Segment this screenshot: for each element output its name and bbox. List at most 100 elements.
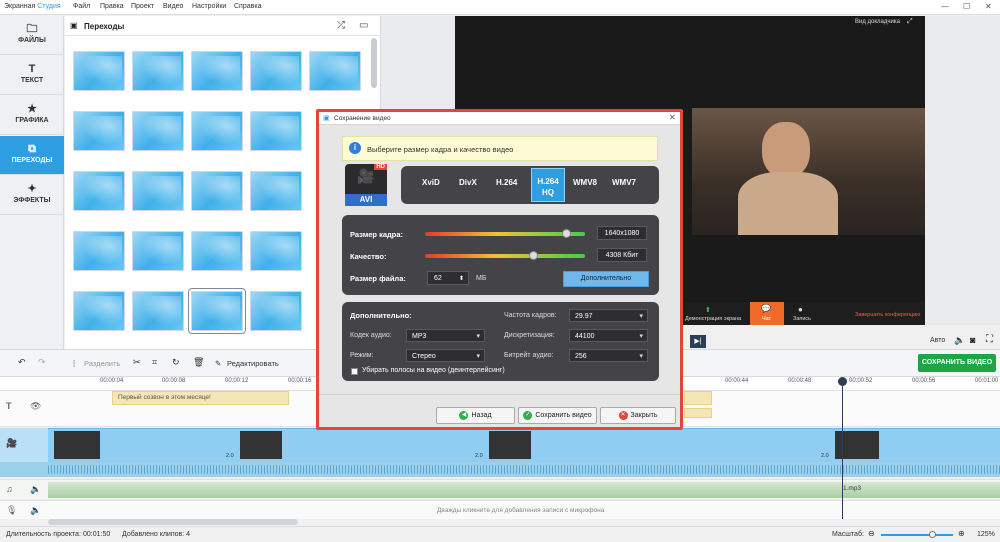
cut-icon[interactable]: ✂ xyxy=(133,357,141,368)
transition-thumb[interactable] xyxy=(73,51,125,91)
timeline-scrollbar[interactable] xyxy=(48,519,298,525)
transition-thumb[interactable] xyxy=(250,291,302,331)
menu-settings[interactable]: Настройки xyxy=(192,3,226,10)
text-clip[interactable] xyxy=(684,408,712,418)
menu-video[interactable]: Видео xyxy=(163,3,183,10)
quality-knob[interactable] xyxy=(529,251,538,260)
zoom-in-icon[interactable]: ⊕ xyxy=(958,529,965,538)
close-window-icon[interactable]: ✕ xyxy=(985,2,992,11)
transition-thumb[interactable] xyxy=(73,231,125,271)
share-screen-icon[interactable]: ⬆ xyxy=(705,306,711,314)
file-size-spinner[interactable]: 62 ⬍ xyxy=(427,271,469,285)
transition-thumb[interactable] xyxy=(191,231,243,271)
zoom-slider-knob[interactable] xyxy=(929,531,936,538)
expand-icon[interactable]: ⤢ xyxy=(907,18,913,26)
mic-lane[interactable]: 🎙 🔈 Дважды кликните для добавления запис… xyxy=(0,500,1000,519)
transition-thumb[interactable] xyxy=(73,291,125,331)
audio-clip[interactable]: 1.mp3 xyxy=(48,482,1000,498)
playhead-handle[interactable] xyxy=(838,377,847,386)
format-xvid[interactable]: XviD xyxy=(422,178,440,187)
transition-thumb[interactable] xyxy=(191,111,243,151)
transition-thumb[interactable] xyxy=(250,231,302,271)
volume-track-icon[interactable]: 🔈 xyxy=(30,484,41,495)
fullscreen-icon[interactable]: ▭ xyxy=(359,20,368,31)
dialog-close-icon[interactable]: ✕ xyxy=(669,113,676,122)
share-screen-label[interactable]: Демонстрация экрана xyxy=(685,316,741,322)
undo-icon[interactable]: ↶ xyxy=(18,357,26,368)
transition-thumb[interactable] xyxy=(132,291,184,331)
transition-thumb[interactable] xyxy=(250,171,302,211)
transition-thumb[interactable] xyxy=(250,51,302,91)
crop-icon[interactable]: ⌗ xyxy=(152,357,157,368)
menu-edit[interactable]: Правка xyxy=(100,3,124,10)
rotate-icon[interactable]: ↻ xyxy=(172,357,180,368)
play-next-icon[interactable]: ▶| xyxy=(690,335,706,348)
end-conference-button[interactable]: Завершить конференцию xyxy=(855,312,920,318)
transition-thumb[interactable] xyxy=(250,111,302,151)
bitrate-select[interactable]: 256 xyxy=(569,349,648,363)
sidebar-item-text[interactable]: T ТЕКСТ xyxy=(0,56,64,95)
transition-thumb[interactable] xyxy=(73,111,125,151)
frame-size-slider[interactable] xyxy=(425,232,585,236)
transition-thumb[interactable] xyxy=(191,51,243,91)
more-options-button[interactable]: Дополнительно xyxy=(563,271,649,287)
text-clip[interactable] xyxy=(684,391,712,405)
volume-icon[interactable]: 🔈 xyxy=(954,335,965,346)
shuffle-icon[interactable]: ⤮ xyxy=(337,20,345,31)
transitions-scrollbar[interactable] xyxy=(371,38,377,88)
transition-thumb[interactable] xyxy=(132,171,184,211)
maximize-icon[interactable]: ☐ xyxy=(963,2,970,11)
edit-button[interactable]: Редактировать xyxy=(227,359,279,368)
auto-label[interactable]: Авто xyxy=(930,337,945,344)
chat-button[interactable]: 💬 Чат xyxy=(750,302,784,325)
record-icon[interactable]: ● xyxy=(798,305,803,314)
redo-icon[interactable]: ↷ xyxy=(38,357,46,368)
sidebar-item-effects[interactable]: ✦ ЭФФЕКТЫ xyxy=(0,176,64,215)
edit-icon[interactable]: ✎ xyxy=(215,359,221,368)
zoom-out-icon[interactable]: ⊖ xyxy=(868,529,875,538)
playhead[interactable] xyxy=(842,377,843,519)
camera-icon[interactable]: ◙ xyxy=(970,335,975,345)
transition-thumb[interactable] xyxy=(132,231,184,271)
split-button[interactable]: Разделить xyxy=(84,359,120,368)
sidebar-item-files[interactable]: 🗀 ФАЙЛЫ xyxy=(0,16,64,55)
mode-select[interactable]: Стерео xyxy=(406,349,485,363)
record-label[interactable]: Запись xyxy=(793,316,811,322)
audio-codec-select[interactable]: MP3 xyxy=(406,329,485,343)
deinterlace-checkbox[interactable] xyxy=(351,368,358,375)
transition-thumb[interactable] xyxy=(132,51,184,91)
split-icon[interactable]: ⫿ xyxy=(73,359,75,369)
save-video-button[interactable]: СОХРАНИТЬ ВИДЕО xyxy=(918,354,996,372)
quality-slider[interactable] xyxy=(425,254,585,258)
format-divx[interactable]: DivX xyxy=(459,178,477,187)
menu-project[interactable]: Проект xyxy=(131,3,154,10)
close-dialog-button[interactable]: ✕ Закрыть xyxy=(600,407,676,424)
spinner-arrows-icon[interactable]: ⬍ xyxy=(459,272,464,286)
transition-thumb[interactable] xyxy=(309,51,361,91)
format-h264[interactable]: H.264 xyxy=(496,178,517,187)
fullscreen-preview-icon[interactable]: ⛶ xyxy=(986,334,993,345)
format-h264-hq[interactable]: H.264 HQ xyxy=(531,168,565,202)
text-clip[interactable]: Первый созвон в этом месяце! xyxy=(112,391,289,405)
eye-icon[interactable]: 👁 xyxy=(30,401,41,412)
menu-file[interactable]: Файл xyxy=(73,3,90,10)
sidebar-item-transitions[interactable]: ⧉ ПЕРЕХОДЫ xyxy=(0,136,64,175)
frame-size-knob[interactable] xyxy=(562,229,571,238)
speaker-view-label[interactable]: Вид докладчика xyxy=(855,19,900,25)
transition-thumb[interactable] xyxy=(73,171,125,211)
format-wmv8[interactable]: WMV8 xyxy=(573,178,597,187)
minimize-icon[interactable]: — xyxy=(941,2,949,11)
save-dialog-button[interactable]: ✓ Сохранить видео xyxy=(518,407,597,424)
sampling-select[interactable]: 44100 xyxy=(569,329,648,343)
delete-icon[interactable]: 🗑 xyxy=(193,357,204,368)
transition-thumb-selected[interactable] xyxy=(188,288,246,334)
transition-thumb[interactable] xyxy=(191,171,243,211)
sidebar-item-graphics[interactable]: ★ ГРАФИКА xyxy=(0,96,64,135)
fps-select[interactable]: 29.97 xyxy=(569,309,648,323)
zoom-slider[interactable] xyxy=(881,534,953,536)
transition-thumb[interactable] xyxy=(132,111,184,151)
format-wmv7[interactable]: WMV7 xyxy=(612,178,636,187)
volume-mic-icon[interactable]: 🔈 xyxy=(30,505,41,516)
back-button[interactable]: ◀ Назад xyxy=(436,407,515,424)
menu-help[interactable]: Справка xyxy=(234,3,261,10)
